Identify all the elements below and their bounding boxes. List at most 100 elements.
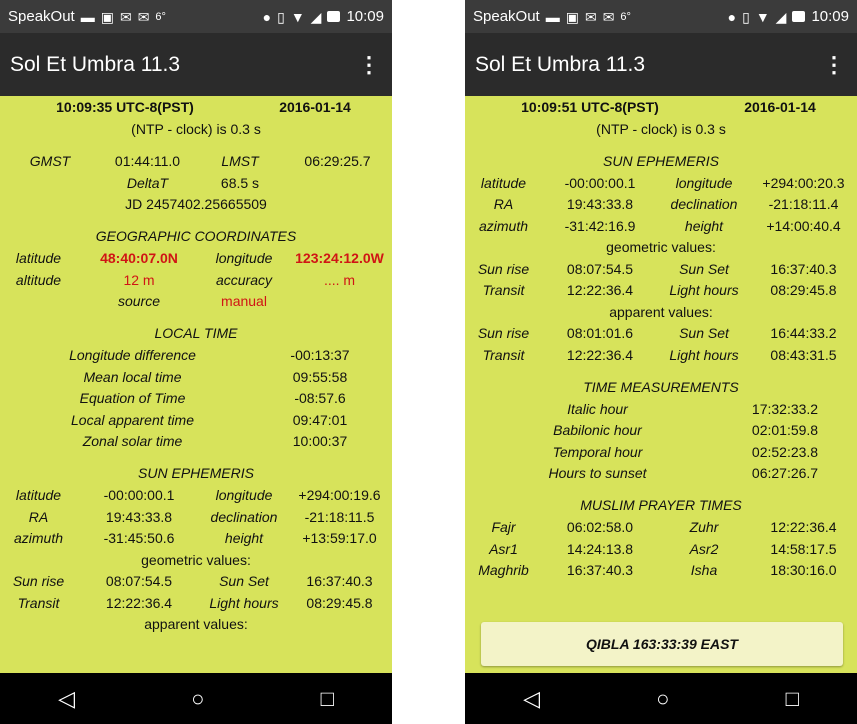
battery-icon bbox=[792, 11, 806, 22]
geo-alt-row: altitude 12 m accuracy .... m bbox=[0, 269, 392, 291]
location-icon: ● bbox=[262, 8, 272, 25]
signal-icon: ◢ bbox=[310, 8, 322, 25]
geometric-subheader: geometric values: bbox=[606, 239, 716, 256]
status-bar: SpeakOut ▬ ▣ ✉ ✉ 6° ● ▯ ▼ ◢ 10:09 bbox=[465, 0, 857, 33]
wifi-icon: ▼ bbox=[755, 8, 770, 25]
current-date: 2016-01-14 bbox=[279, 99, 351, 115]
location-icon: ● bbox=[727, 8, 737, 25]
table-row: RA 19:43:33.8 declination -21:18:11.4 bbox=[493, 196, 839, 213]
chat-icon: ▬ bbox=[80, 8, 95, 25]
vibrate-icon: ▯ bbox=[742, 8, 750, 25]
local-time-list: Longitude difference -00:13:37 Mean local… bbox=[0, 345, 392, 453]
list-item: Longitude difference -00:13:37 bbox=[69, 347, 350, 364]
table-row: Sun rise 08:07:54.5 Sun Set 16:37:40.3 bbox=[477, 260, 837, 277]
apparent-subheader: apparent values: bbox=[609, 303, 713, 320]
sun-ephemeris-table: latitude -00:00:00.1 longitude +294:00:20.3… bbox=[465, 172, 857, 366]
chat-icon: ▬ bbox=[545, 8, 560, 25]
geo-source-row: source manual bbox=[0, 291, 392, 313]
time-line: 10:09:51 UTC-8(PST) 2016-01-14 bbox=[465, 96, 857, 118]
app-title: Sol Et Umbra 11.3 bbox=[10, 52, 181, 76]
content-scroll[interactable]: 10:09:35 UTC-8(PST) 2016-01-14 (NTP - cl… bbox=[0, 96, 392, 673]
phone-screen-right: SpeakOut ▬ ▣ ✉ ✉ 6° ● ▯ ▼ ◢ 10:09 Sol Et… bbox=[465, 0, 857, 724]
overflow-menu-icon[interactable]: ⋮ bbox=[823, 53, 845, 76]
gmail-icon: ✉ bbox=[584, 8, 597, 25]
list-item: Hours to sunset 06:27:26.7 bbox=[548, 465, 819, 482]
list-item: Mean local time 09:55:58 bbox=[83, 368, 348, 385]
sun-ephemeris-header: SUN EPHEMERIS bbox=[138, 465, 254, 481]
mail-icon: ✉ bbox=[602, 8, 615, 25]
altitude-label: altitude bbox=[15, 271, 62, 288]
content-scroll[interactable]: 10:09:51 UTC-8(PST) 2016-01-14 (NTP - cl… bbox=[465, 96, 857, 673]
longitude-value: 123:24:12.0W bbox=[295, 250, 384, 267]
muslim-prayer-table: Fajr 06:02:58.0 Zuhr 12:22:36.4 Asr1 14:24:1… bbox=[465, 517, 857, 582]
current-date: 2016-01-14 bbox=[744, 99, 816, 115]
list-item: Temporal hour 02:52:23.8 bbox=[552, 443, 819, 460]
nav-recents-icon[interactable]: □ bbox=[786, 687, 799, 710]
accuracy-label: accuracy bbox=[215, 271, 273, 288]
sun-ephemeris-header: SUN EPHEMERIS bbox=[603, 152, 719, 169]
time-line: 10:09:35 UTC-8(PST) 2016-01-14 bbox=[0, 96, 392, 118]
phone-screen-left: SpeakOut ▬ ▣ ✉ ✉ 6° ● ▯ ▼ ◢ 10:09 Sol Et… bbox=[0, 0, 392, 724]
ntp-text: (NTP - clock) is 0.3 s bbox=[596, 120, 726, 137]
app-bar: Sol Et Umbra 11.3 ⋮ bbox=[465, 33, 857, 96]
list-item: Babilonic hour 02:01:59.8 bbox=[553, 422, 819, 439]
table-row: azimuth -31:42:16.9 height +14:00:40.4 bbox=[478, 217, 841, 234]
app-title: Sol Et Umbra 11.3 bbox=[475, 52, 646, 76]
gmst-label: GMST bbox=[29, 153, 71, 170]
gmst-row: GMST 01:44:11.0 LMST 06:29:25.7 bbox=[0, 151, 392, 173]
navigation-bar: ◁ ○ □ bbox=[465, 673, 857, 724]
navigation-bar: ◁ ○ □ bbox=[0, 673, 392, 724]
nav-back-icon[interactable]: ◁ bbox=[523, 687, 540, 710]
longitude-label: longitude bbox=[215, 250, 273, 267]
weather-temp: 6° bbox=[155, 10, 166, 23]
wifi-icon: ▼ bbox=[290, 8, 305, 25]
status-app-name: SpeakOut bbox=[473, 8, 540, 25]
source-label: source bbox=[117, 293, 161, 310]
julian-day: JD 2457402.25665509 bbox=[125, 196, 267, 213]
gmst-value: 01:44:11.0 bbox=[114, 153, 181, 170]
status-time: 10:09 bbox=[346, 8, 384, 25]
table-row: Maghrib 16:37:40.3 Isha 18:30:16.0 bbox=[478, 562, 837, 579]
battery-icon bbox=[327, 11, 341, 22]
nav-back-icon[interactable]: ◁ bbox=[58, 687, 75, 710]
signal-icon: ◢ bbox=[775, 8, 787, 25]
altitude-value: 12 m bbox=[123, 271, 155, 288]
weather-temp: 6° bbox=[620, 10, 631, 23]
source-value: manual bbox=[221, 293, 267, 310]
muslim-prayer-header: MUSLIM PRAYER TIMES bbox=[580, 497, 742, 513]
current-time: 10:09:35 UTC-8(PST) bbox=[56, 99, 194, 115]
gallery-icon: ▣ bbox=[565, 8, 579, 25]
table-row: RA 19:43:33.8 declination -21:18:11.5 bbox=[28, 508, 375, 525]
accuracy-value: .... m bbox=[323, 271, 356, 288]
deltat-value: 68.5 s bbox=[220, 174, 260, 191]
table-row: Sun rise 08:01:01.6 Sun Set 16:44:33.2 bbox=[477, 325, 837, 342]
table-row: Fajr 06:02:58.0 Zuhr 12:22:36.4 bbox=[491, 519, 837, 536]
deltat-label: DeltaT bbox=[126, 174, 169, 191]
gmail-icon: ✉ bbox=[119, 8, 132, 25]
nav-recents-icon[interactable]: □ bbox=[321, 687, 334, 710]
geo-lat-row: latitude 48:40:07.0N longitude 123:24:12… bbox=[0, 248, 392, 270]
nav-home-icon[interactable]: ○ bbox=[656, 687, 669, 710]
ntp-line: (NTP - clock) is 0.3 s bbox=[465, 118, 857, 140]
overflow-menu-icon[interactable]: ⋮ bbox=[358, 53, 380, 76]
latitude-label: latitude bbox=[15, 250, 62, 267]
qibla-button[interactable]: QIBLA 163:33:39 EAST bbox=[481, 622, 843, 666]
table-row: Sun rise 08:07:54.5 Sun Set 16:37:40.3 bbox=[12, 573, 373, 590]
geometric-subheader: geometric values: bbox=[141, 551, 251, 568]
jd-row: JD 2457402.25665509 bbox=[0, 194, 392, 216]
table-row: Transit 12:22:36.4 Light hours 08:43:31.5 bbox=[482, 346, 837, 363]
status-time: 10:09 bbox=[811, 8, 849, 25]
mail-icon: ✉ bbox=[137, 8, 150, 25]
list-item: Equation of Time -08:57.6 bbox=[79, 390, 346, 407]
app-bar: Sol Et Umbra 11.3 ⋮ bbox=[0, 33, 392, 96]
list-item: Italic hour 17:32:33.2 bbox=[567, 400, 819, 417]
table-row: azimuth -31:45:50.6 height +13:59:17.0 bbox=[13, 530, 377, 547]
table-row: Asr1 14:24:13.8 Asr2 14:58:17.5 bbox=[489, 540, 837, 557]
gallery-icon: ▣ bbox=[100, 8, 114, 25]
ntp-text: (NTP - clock) is 0.3 s bbox=[131, 120, 261, 137]
vibrate-icon: ▯ bbox=[277, 8, 285, 25]
nav-home-icon[interactable]: ○ bbox=[191, 687, 204, 710]
table-row: latitude -00:00:00.1 longitude +294:00:20.3 bbox=[480, 174, 845, 191]
table-row: Transit 12:22:36.4 Light hours 08:29:45.8 bbox=[17, 594, 373, 611]
geo-header: GEOGRAPHIC COORDINATES bbox=[95, 228, 297, 244]
